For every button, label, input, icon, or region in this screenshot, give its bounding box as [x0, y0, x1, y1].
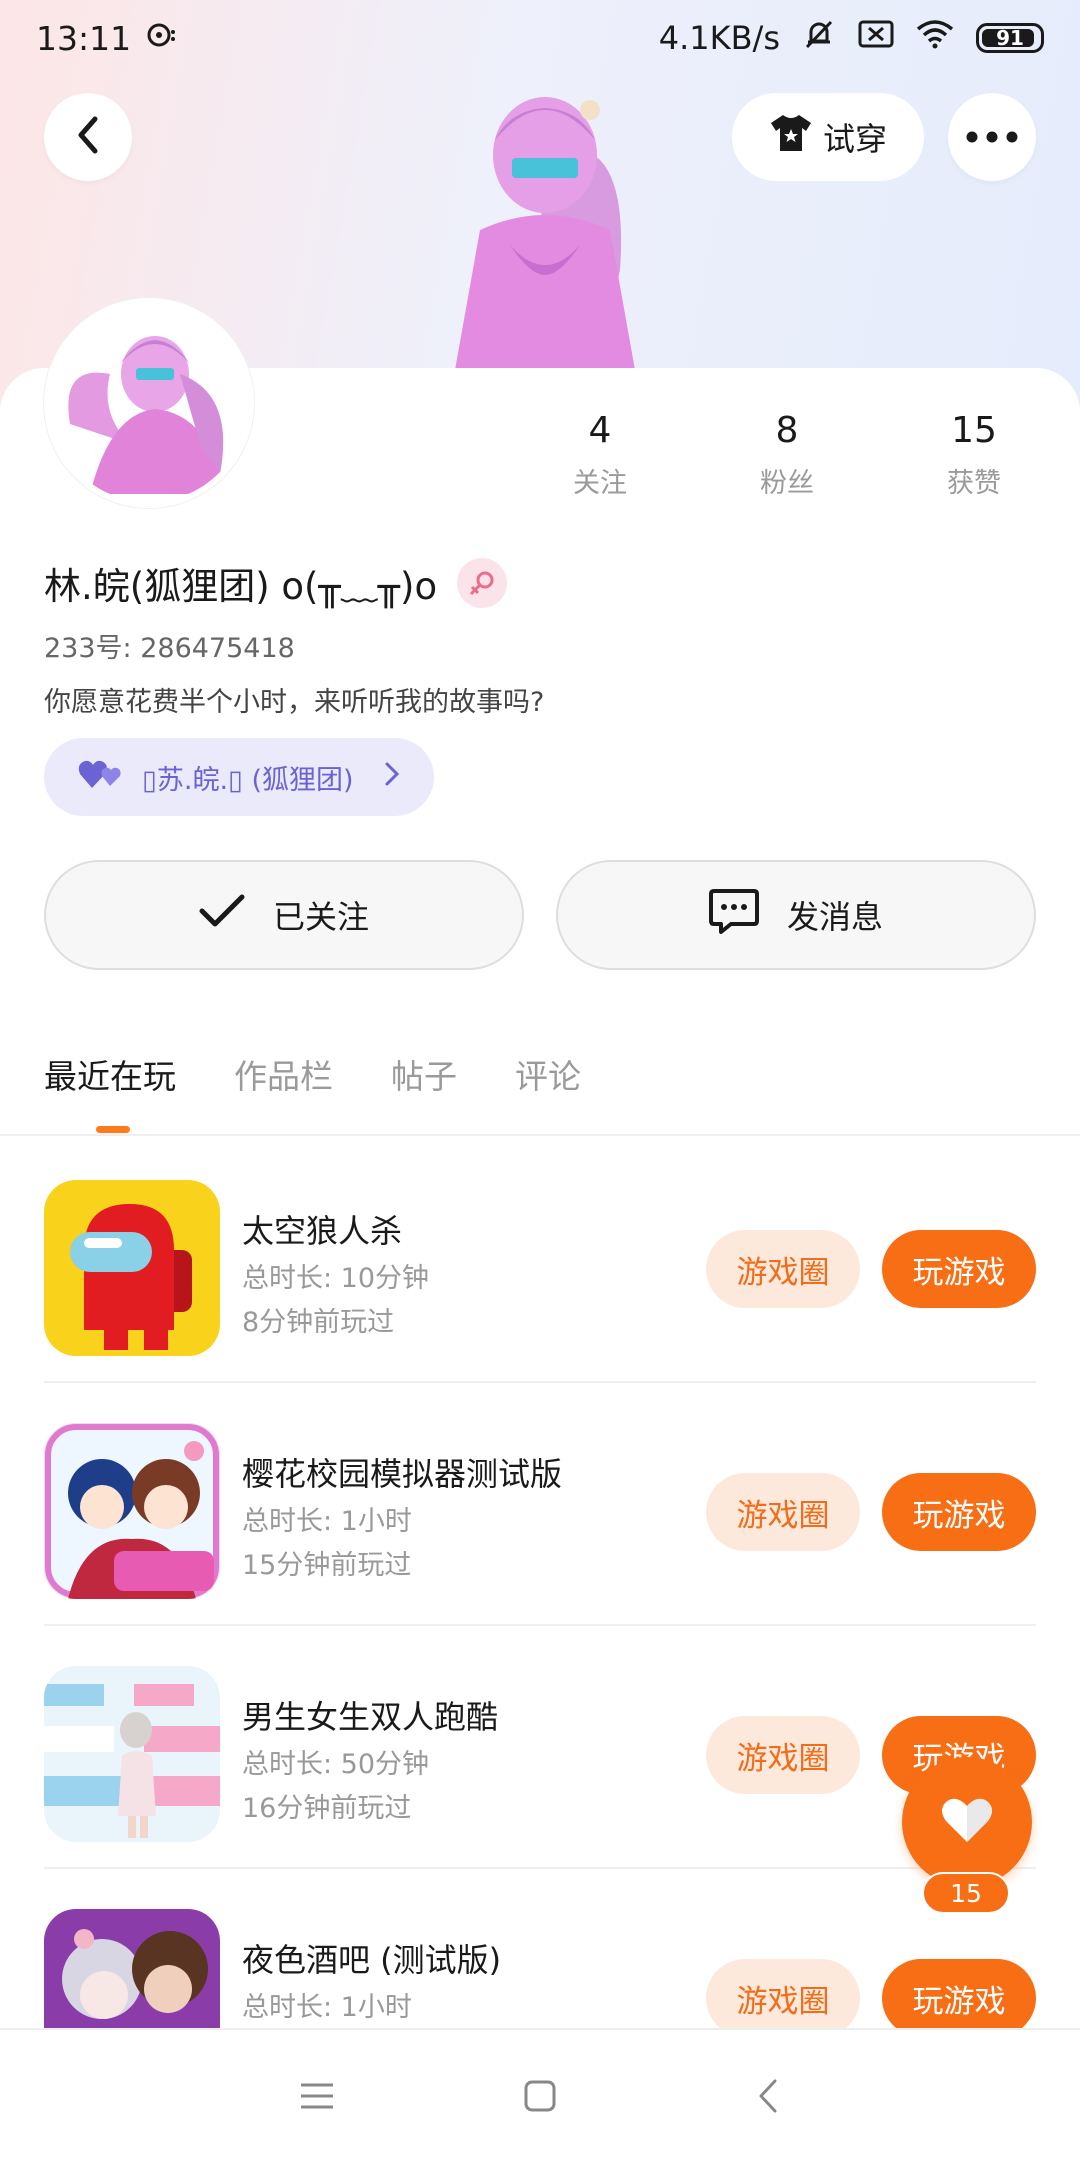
- game-last-played: 8分钟前玩过: [242, 1307, 395, 1338]
- game-title: 男生女生双人跑酷: [242, 1698, 499, 1736]
- music-icon: [147, 22, 177, 55]
- game-duration: 总时长: 1小时: [242, 1506, 412, 1537]
- try-on-label: 试穿: [822, 120, 887, 158]
- avatar-figure-image: [400, 70, 680, 370]
- username: 林.皖(狐狸团) o(╥﹏╥)o: [44, 565, 438, 608]
- back-button[interactable]: [44, 93, 132, 181]
- tab-posts[interactable]: 帖子: [391, 1050, 457, 1098]
- stat-fans-value: 8: [775, 410, 799, 451]
- profile-tabs: 最近在玩 作品栏 帖子 评论: [44, 1050, 639, 1098]
- chevron-right-icon: [384, 761, 400, 794]
- game-circle-button[interactable]: 游戏圈: [706, 1473, 860, 1551]
- game-icon-among-us[interactable]: [44, 1180, 220, 1356]
- game-circle-button[interactable]: 游戏圈: [706, 1959, 860, 2037]
- message-button[interactable]: 发消息: [556, 860, 1036, 970]
- recent-apps-button[interactable]: [287, 2068, 347, 2128]
- stat-following-label: 关注: [573, 468, 627, 499]
- sim-blocked-icon: [858, 19, 894, 57]
- stat-following[interactable]: 4 关注: [530, 410, 670, 500]
- following-button[interactable]: 已关注: [44, 860, 524, 970]
- menu-icon: [299, 2081, 335, 2115]
- more-horizontal-icon: [966, 128, 1018, 147]
- play-game-button[interactable]: 玩游戏: [882, 1230, 1036, 1308]
- battery-icon: 91: [976, 23, 1044, 53]
- stat-likes-value: 15: [951, 410, 997, 451]
- stat-likes-label: 获赞: [947, 468, 1001, 499]
- game-last-played: 15分钟前玩过: [242, 1550, 412, 1581]
- tab-recently-played[interactable]: 最近在玩: [44, 1050, 176, 1098]
- heart-pair-icon: [78, 758, 124, 797]
- mute-bell-icon: [802, 17, 836, 59]
- game-circle-button[interactable]: 游戏圈: [706, 1230, 860, 1308]
- tabs-divider: [0, 1134, 1080, 1136]
- tshirt-icon: [769, 113, 813, 161]
- group-tag-label: ▯苏.皖.▯ (狐狸团): [142, 764, 354, 796]
- gender-female-icon: [457, 558, 508, 608]
- like-count: 15: [922, 1872, 1010, 1914]
- status-bar: 13:11 4.1KB/s 91: [0, 0, 1080, 76]
- list-item: 樱花校园模拟器测试版 总时长: 1小时 15分钟前玩过 游戏圈 玩游戏: [0, 1383, 1080, 1626]
- game-last-played: 16分钟前玩过: [242, 1793, 412, 1824]
- list-item: 太空狼人杀 总时长: 10分钟 8分钟前玩过 游戏圈 玩游戏: [0, 1140, 1080, 1383]
- game-icon-parkour[interactable]: [44, 1666, 220, 1842]
- square-icon: [523, 2079, 557, 2117]
- game-title: 樱花校园模拟器测试版: [242, 1455, 563, 1493]
- chevron-left-icon: [73, 115, 103, 159]
- like-button[interactable]: [902, 1757, 1032, 1887]
- tab-works[interactable]: 作品栏: [234, 1050, 333, 1098]
- chat-bubble-icon: [708, 887, 759, 943]
- home-button[interactable]: [510, 2068, 570, 2128]
- game-duration: 总时长: 1小时: [242, 1992, 412, 2023]
- game-title: 太空狼人杀: [242, 1212, 403, 1250]
- tab-comments[interactable]: 评论: [515, 1050, 581, 1098]
- status-right: 4.1KB/s 91: [659, 17, 1044, 59]
- avatar[interactable]: [44, 298, 254, 508]
- game-circle-button[interactable]: 游戏圈: [706, 1716, 860, 1794]
- play-game-button[interactable]: 玩游戏: [882, 1473, 1036, 1551]
- wifi-icon: [916, 19, 954, 57]
- username-row: 林.皖(狐狸团) o(╥﹏╥)o: [44, 556, 508, 610]
- active-tab-indicator: [96, 1126, 130, 1133]
- stat-following-value: 4: [588, 410, 612, 451]
- more-button[interactable]: [948, 93, 1036, 181]
- message-label: 发消息: [786, 898, 883, 936]
- stat-fans[interactable]: 8 粉丝: [717, 410, 857, 500]
- try-on-button[interactable]: 试穿: [732, 93, 924, 181]
- network-speed: 4.1KB/s: [658, 19, 780, 57]
- game-duration: 总时长: 50分钟: [242, 1749, 430, 1780]
- chevron-left-icon: [757, 2078, 779, 2118]
- group-tag[interactable]: ▯苏.皖.▯ (狐狸团): [44, 738, 434, 816]
- status-time: 13:11: [36, 18, 132, 58]
- user-bio: 你愿意花费半个小时，来听听我的故事吗?: [44, 687, 545, 718]
- game-icon-sakura-school[interactable]: [44, 1423, 220, 1599]
- game-title: 夜色酒吧 (测试版): [242, 1941, 502, 1979]
- system-navigation-bar: [0, 2028, 1080, 2160]
- game-duration: 总时长: 10分钟: [242, 1263, 430, 1294]
- check-icon: [199, 894, 245, 936]
- stat-likes[interactable]: 15 获赞: [904, 410, 1044, 500]
- stat-fans-label: 粉丝: [760, 468, 814, 499]
- battery-level: 91: [996, 26, 1024, 50]
- following-label: 已关注: [272, 898, 369, 936]
- play-game-button[interactable]: 玩游戏: [882, 1959, 1036, 2037]
- system-back-button[interactable]: [738, 2068, 798, 2128]
- heart-icon: [940, 1796, 994, 1848]
- user-id: 233号: 286475418: [44, 633, 295, 664]
